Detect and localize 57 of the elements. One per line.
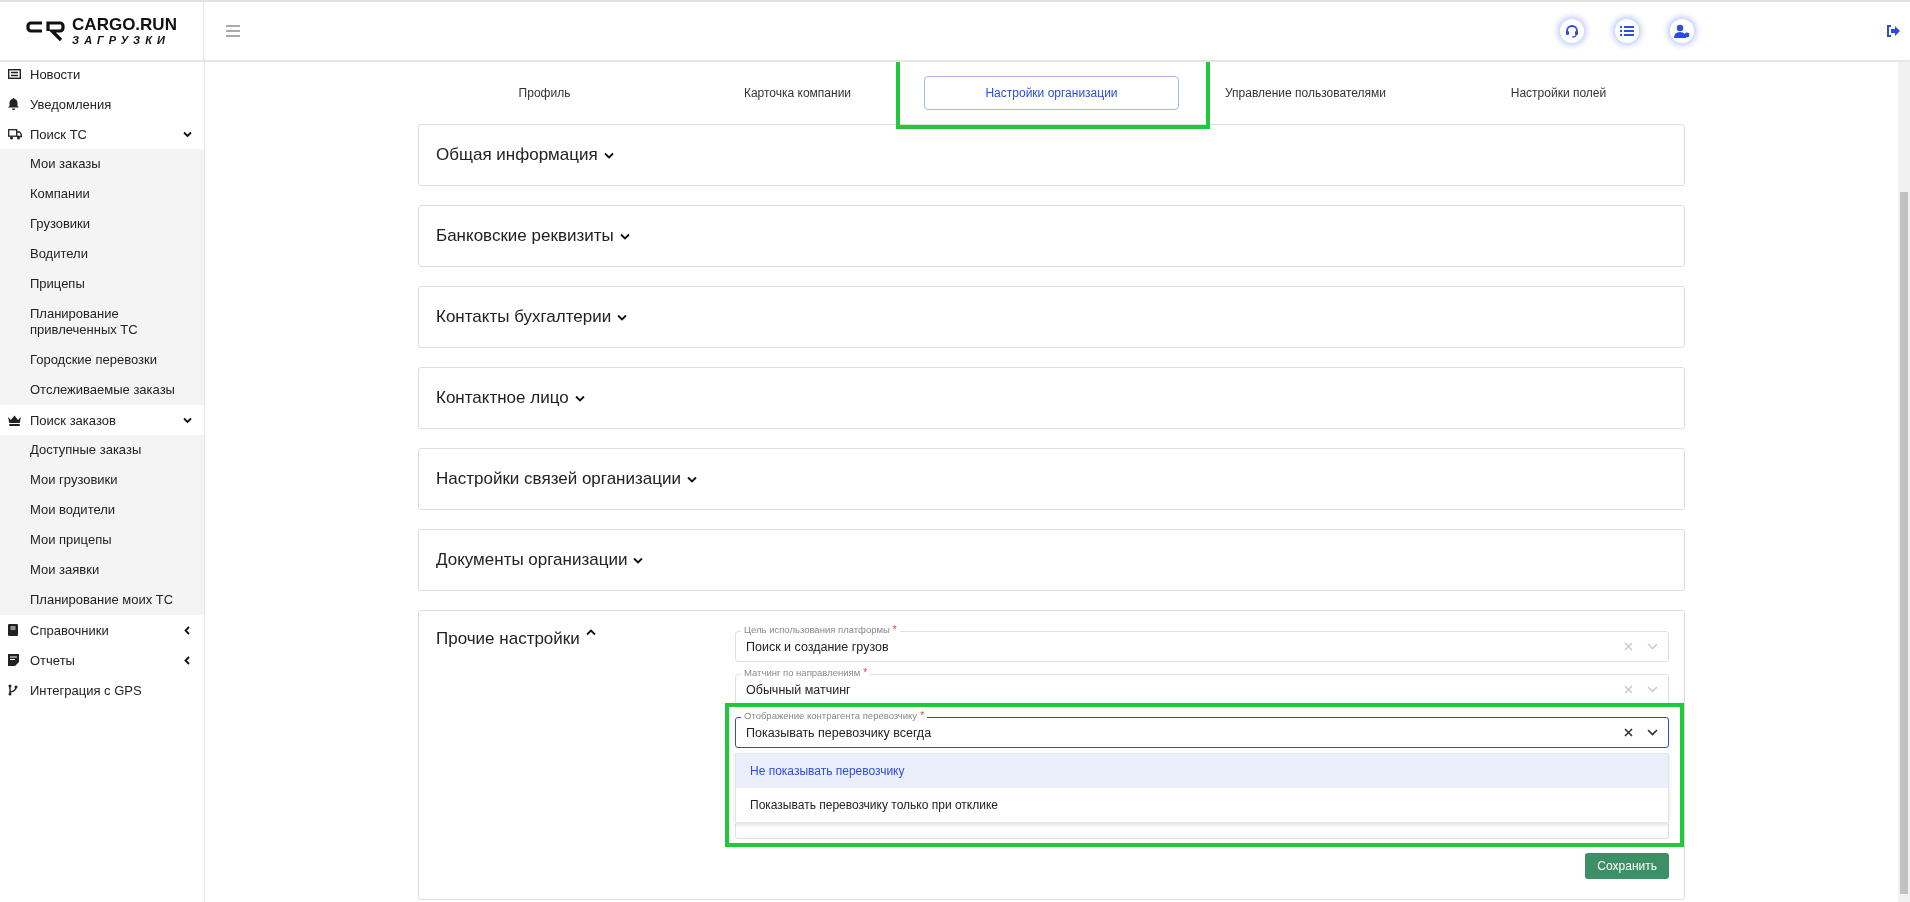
section-header[interactable]: Контактное лицо xyxy=(419,368,1684,428)
field-label: Отображение контрагента перевозчику xyxy=(741,710,920,722)
sidebar-item[interactable]: Поиск заказов xyxy=(0,405,204,435)
scrollbar[interactable] xyxy=(1898,62,1910,902)
sidebar-item[interactable]: Новости xyxy=(0,59,204,89)
sidebar-item[interactable]: Интеграция с GPS xyxy=(0,675,204,705)
section-header[interactable]: Настройки связей организации xyxy=(419,449,1684,509)
dropdown-option[interactable]: Показывать перевозчику только при отклике xyxy=(736,788,1668,822)
logo-icon xyxy=(26,20,67,42)
submenu-item[interactable]: Мои водители xyxy=(0,495,204,525)
logo-name: CARGO.RUN xyxy=(72,16,177,33)
submenu-item[interactable]: Прицепы xyxy=(0,269,204,299)
submenu-item[interactable]: Городские перевозки xyxy=(0,345,204,375)
tab[interactable]: Профиль xyxy=(503,76,586,110)
submenu-item[interactable]: Водители xyxy=(0,239,204,269)
sidebar-item[interactable]: Поиск ТС xyxy=(0,119,204,149)
truck-icon xyxy=(8,128,22,140)
clear-icon[interactable] xyxy=(1624,728,1633,737)
branch-icon xyxy=(8,684,18,696)
newspaper-icon xyxy=(8,69,21,79)
bell-icon xyxy=(8,98,19,110)
submenu-item[interactable]: Компании xyxy=(0,179,204,209)
submenu-item[interactable]: Планирование привлеченных ТС xyxy=(0,299,204,345)
tab[interactable]: Карточка компании xyxy=(728,76,867,110)
chevron-icon[interactable] xyxy=(1647,729,1658,736)
menu-icon[interactable] xyxy=(226,25,240,37)
field-label: Матчинг по направлениям xyxy=(741,667,863,679)
user-settings-icon[interactable] xyxy=(1670,19,1694,43)
logout-icon[interactable] xyxy=(1886,25,1900,37)
report-icon xyxy=(8,654,19,666)
submenu-item[interactable]: Мои заявки xyxy=(0,555,204,585)
sidebar-item[interactable]: Уведомления xyxy=(0,89,204,119)
submenu-item[interactable]: Доступные заказы xyxy=(0,435,204,465)
sidebar-item[interactable]: Справочники xyxy=(0,615,204,645)
field-label: Цель использования платформы xyxy=(741,624,892,636)
submenu-item[interactable]: Мои заказы xyxy=(0,149,204,179)
book-icon xyxy=(8,624,18,636)
section-header[interactable]: Общая информация xyxy=(419,125,1684,185)
section-header[interactable]: Банковские реквизиты xyxy=(419,206,1684,266)
headset-icon[interactable] xyxy=(1560,19,1584,43)
submenu-item[interactable]: Грузовики xyxy=(0,209,204,239)
submenu-item[interactable]: Мои грузовики xyxy=(0,465,204,495)
submenu-item[interactable]: Отслеживаемые заказы xyxy=(0,375,204,405)
select-field[interactable] xyxy=(735,824,1669,839)
tab[interactable]: Управление пользователями xyxy=(1210,76,1401,110)
tab[interactable]: Настройки организации xyxy=(924,76,1179,110)
list-icon[interactable] xyxy=(1615,19,1639,43)
section-header[interactable]: Документы организации xyxy=(419,530,1684,590)
tab[interactable]: Настройки полей xyxy=(1495,76,1622,110)
dropdown-option[interactable]: Не показывать перевозчику xyxy=(736,754,1668,788)
section-header[interactable]: Контакты бухгалтерии xyxy=(419,287,1684,347)
sidebar-item[interactable]: Отчеты xyxy=(0,645,204,675)
submenu-item[interactable]: Мои прицепы xyxy=(0,525,204,555)
section-header[interactable]: Прочие настройки xyxy=(419,611,735,879)
submenu-item[interactable]: Планирование моих ТС xyxy=(0,585,204,615)
crown-icon xyxy=(8,414,21,426)
logo-tagline: ЗАГРУЗКИ xyxy=(72,35,171,46)
